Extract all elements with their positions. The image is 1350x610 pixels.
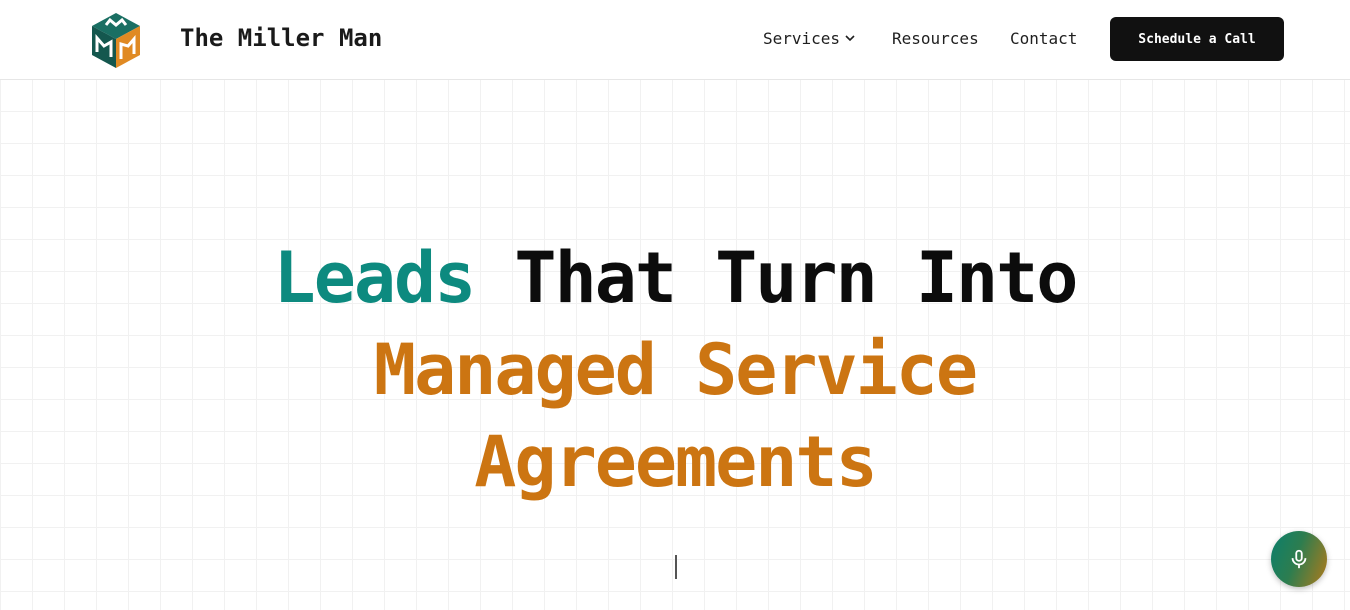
hero-line-1: Leads That Turn Into [0, 232, 1350, 324]
hero-text-turn-into: That Turn Into [514, 237, 1078, 319]
microphone-icon [1291, 549, 1307, 569]
nav-services-label: Services [763, 29, 841, 48]
nav-contact[interactable]: Contact [1010, 29, 1077, 48]
hero-line-3: Agreements [474, 421, 877, 503]
site-header: The Miller Man Services Resources Contac… [0, 0, 1350, 80]
chevron-down-icon [844, 29, 856, 48]
typing-cursor [675, 555, 677, 579]
hero-line-2: Managed Service [373, 329, 978, 411]
brand-name[interactable]: The Miller Man [180, 24, 382, 52]
hero-heading: Leads That Turn Into Managed Service Agr… [0, 232, 1350, 508]
page: The Miller Man Services Resources Contac… [0, 0, 1350, 610]
nav-services[interactable]: Services [763, 29, 856, 48]
voice-assistant-button[interactable] [1271, 531, 1327, 587]
logo-icon[interactable] [90, 12, 142, 69]
schedule-call-button[interactable]: Schedule a Call [1110, 17, 1284, 61]
hero-highlight-leads: Leads [273, 237, 477, 319]
nav-resources[interactable]: Resources [892, 29, 979, 48]
